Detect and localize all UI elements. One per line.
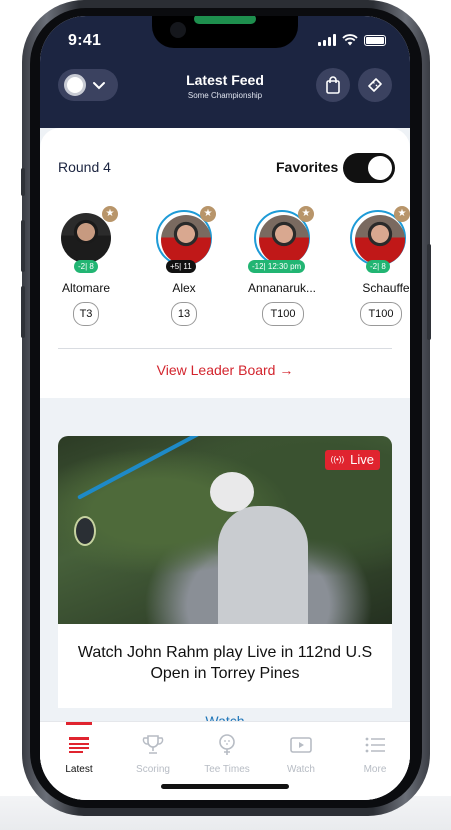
favorites-toggle[interactable] bbox=[343, 153, 395, 183]
golf-club-head bbox=[74, 516, 96, 546]
player-photo bbox=[61, 213, 111, 263]
wifi-icon bbox=[342, 34, 358, 46]
volume-up-button bbox=[21, 220, 25, 272]
page-subtitle: Some Championship bbox=[187, 91, 263, 100]
shopping-bag-icon bbox=[326, 76, 340, 94]
trophy-icon bbox=[142, 735, 164, 754]
player-photo bbox=[161, 215, 211, 265]
status-time: 9:41 bbox=[68, 32, 102, 49]
volume-down-button bbox=[21, 286, 25, 338]
feed-photo: ((•)) Live bbox=[58, 436, 392, 624]
mute-switch bbox=[21, 168, 25, 196]
tab-label: Scoring bbox=[136, 764, 170, 775]
favorite-star-icon: ★ bbox=[394, 206, 410, 222]
status-icons bbox=[318, 34, 386, 46]
golfer-cap bbox=[210, 472, 254, 512]
signal-icon bbox=[318, 34, 336, 46]
position-badge: 13 bbox=[171, 302, 197, 326]
view-leaderboard-link[interactable]: View Leader Board → bbox=[40, 362, 410, 378]
tab-label: Watch bbox=[287, 764, 315, 775]
position-badge: T3 bbox=[73, 302, 99, 326]
list-icon bbox=[365, 737, 385, 753]
tab-label: Latest bbox=[65, 764, 93, 775]
position-badge: T100 bbox=[262, 302, 304, 326]
tab-more[interactable]: More bbox=[338, 732, 410, 775]
favorite-star-icon: ★ bbox=[200, 206, 216, 222]
player-carousel[interactable]: ★ -2| 8 Altomare T3 ★ +5| 11 Alex 13 ★ -… bbox=[40, 200, 410, 336]
leaderboard-card: Round 4 Favorites ★ -2| 8 Altomare T3 ★ … bbox=[40, 128, 410, 398]
golfer-figure bbox=[218, 506, 308, 624]
feed-title: Watch John Rahm play Live in 112nd U.S O… bbox=[77, 644, 373, 682]
score-chip: -12| 12:30 pm bbox=[248, 260, 306, 273]
favorites-label: Favorites bbox=[276, 159, 339, 175]
golf-club-shaft bbox=[77, 436, 212, 500]
divider bbox=[58, 348, 392, 349]
page-title: Latest Feed bbox=[186, 72, 264, 88]
news-icon bbox=[69, 737, 89, 753]
tickets-button[interactable] bbox=[358, 68, 392, 102]
golf-ball-icon bbox=[219, 734, 235, 755]
play-icon bbox=[290, 737, 312, 753]
live-badge: ((•)) Live bbox=[324, 450, 380, 470]
live-feed-card[interactable]: ((•)) Live Watch John Rahm play Live in … bbox=[58, 436, 392, 736]
active-tab-indicator bbox=[66, 722, 92, 725]
round-label: Round 4 bbox=[58, 159, 111, 175]
player-name: Altomare bbox=[61, 281, 111, 295]
player-photo bbox=[259, 215, 309, 265]
app-screen: 9:41 Latest Feed Some Championship Round… bbox=[40, 16, 410, 800]
player-name: Schauffe bbox=[362, 281, 410, 295]
live-badge-label: Live bbox=[350, 452, 374, 467]
score-chip: +5| 11 bbox=[166, 260, 196, 273]
feed-content: Round 4 Favorites ★ -2| 8 Altomare T3 ★ … bbox=[40, 128, 410, 800]
player-photo bbox=[355, 215, 405, 265]
broadcast-icon: ((•)) bbox=[330, 455, 345, 464]
home-indicator bbox=[161, 784, 289, 789]
tab-tee-times[interactable]: Tee Times bbox=[190, 732, 264, 775]
battery-icon bbox=[364, 34, 386, 46]
player-name: Annanaruk... bbox=[247, 281, 317, 295]
tab-label: More bbox=[363, 764, 387, 775]
shop-button[interactable] bbox=[316, 68, 350, 102]
score-chip: -2| 8 bbox=[74, 260, 98, 273]
player-name: Alex bbox=[172, 281, 196, 295]
power-button bbox=[427, 244, 431, 340]
tab-watch[interactable]: Watch bbox=[264, 732, 338, 775]
ticket-icon bbox=[368, 78, 382, 92]
favorite-star-icon: ★ bbox=[102, 206, 118, 222]
notch bbox=[152, 16, 298, 48]
position-badge: T100 bbox=[360, 302, 402, 326]
tab-latest[interactable]: Latest bbox=[42, 732, 116, 775]
score-chip: -2| 8 bbox=[366, 260, 390, 273]
favorite-star-icon: ★ bbox=[298, 206, 314, 222]
tab-label: Tee Times bbox=[204, 764, 250, 775]
tab-scoring[interactable]: Scoring bbox=[116, 732, 190, 775]
